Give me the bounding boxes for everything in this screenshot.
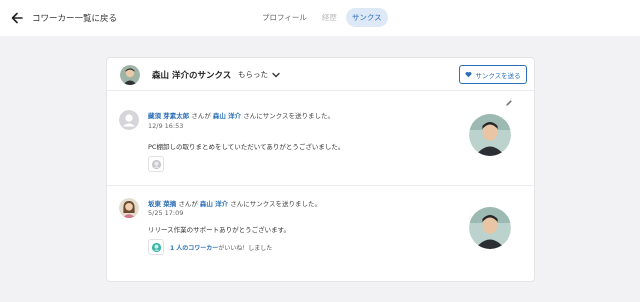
- tab-profile[interactable]: プロフィール: [256, 8, 313, 27]
- thanks-card: 森山 洋介のサンクス もらった サンクスを送る 藏須 芽素太郎 さんが 森山 洋…: [106, 57, 535, 282]
- list-item: 藏須 芽素太郎 さんが 森山 洋介 さんにサンクスを送りました。 12/9 16…: [107, 91, 534, 186]
- chevron-down-icon: [272, 72, 280, 77]
- list-item: 坂東 菜摘 さんが 森山 洋介 さんにサンクスを送りました。 5/25 17:0…: [107, 186, 534, 282]
- thanks-header-line: 藏須 芽素太郎 さんが 森山 洋介 さんにサンクスを送りました。: [148, 110, 334, 120]
- default-avatar-icon: [119, 110, 139, 130]
- card-header: 森山 洋介のサンクス もらった サンクスを送る: [107, 58, 534, 91]
- connector-text: さんが: [189, 112, 213, 120]
- connector-text: さんにサンクスを送りました。: [228, 200, 322, 208]
- profile-tabs: プロフィール 経歴 サンクス: [256, 8, 388, 27]
- sender-avatar: [119, 198, 139, 218]
- heart-icon: [465, 72, 472, 78]
- reaction-teal-icon: [151, 242, 161, 252]
- reaction-button[interactable]: [148, 239, 164, 255]
- send-thanks-button[interactable]: サンクスを送る: [459, 65, 527, 84]
- sender-name[interactable]: 藏須 芽素太郎: [148, 112, 189, 120]
- thanks-header-line: 坂東 菜摘 さんが 森山 洋介 さんにサンクスを送りました。: [148, 198, 321, 208]
- timestamp: 12/9 16:53: [148, 122, 184, 130]
- reaction-label: がいいね！しました: [218, 245, 273, 252]
- back-to-coworkers-link[interactable]: コワーカー一覧に戻る: [10, 9, 117, 27]
- timestamp: 5/25 17:09: [148, 209, 184, 217]
- page-title: 森山 洋介のサンクス: [152, 71, 232, 81]
- sender-name[interactable]: 坂東 菜摘: [148, 200, 176, 208]
- send-thanks-label: サンクスを送る: [475, 71, 521, 80]
- owner-avatar: [120, 65, 140, 85]
- received-filter-dropdown[interactable]: もらった: [238, 69, 280, 80]
- recipient-avatar: [469, 207, 511, 249]
- reaction-button[interactable]: [148, 156, 164, 172]
- recipient-name[interactable]: 森山 洋介: [213, 112, 241, 120]
- top-bar: コワーカー一覧に戻る プロフィール 経歴 サンクス: [0, 0, 640, 36]
- recipient-name[interactable]: 森山 洋介: [200, 200, 228, 208]
- thanks-message: PC棚卸しの取りまとめをしていただいてありがとうございました。: [148, 143, 345, 151]
- tab-career[interactable]: 経歴: [316, 8, 343, 27]
- arrow-left-icon: [11, 12, 23, 24]
- reaction-gray-icon: [151, 159, 161, 169]
- pencil-icon[interactable]: [505, 99, 513, 107]
- reaction-count-link[interactable]: 1 人のコワーカー: [170, 245, 218, 252]
- connector-text: さんが: [176, 200, 200, 208]
- tab-thanks[interactable]: サンクス: [345, 8, 388, 27]
- reaction-summary: 1 人のコワーカーがいいね！しました: [170, 243, 272, 252]
- back-link-label: コワーカー一覧に戻る: [32, 14, 118, 24]
- filter-label: もらった: [238, 70, 268, 79]
- recipient-avatar: [469, 114, 511, 156]
- thanks-message: リリース作業のサポートありがとうございます。: [148, 226, 291, 234]
- connector-text: さんにサンクスを送りました。: [241, 112, 335, 120]
